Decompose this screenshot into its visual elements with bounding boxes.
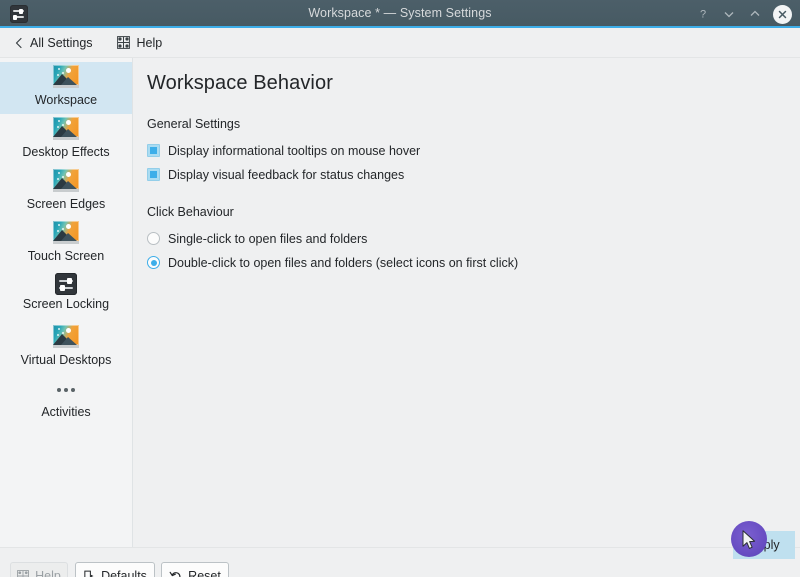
visual-feedback-checkbox[interactable] [147, 168, 160, 181]
document-revert-icon [83, 569, 95, 577]
svg-text:?: ? [700, 9, 706, 21]
minimize-icon[interactable] [721, 6, 737, 22]
option-label: Display visual feedback for status chang… [168, 167, 405, 182]
sidebar-item-label: Activities [41, 405, 91, 419]
sidebar-item-screen-edges[interactable]: Screen Edges [0, 166, 132, 218]
system-settings-window: Workspace * — System Settings ? All Sett… [0, 0, 800, 577]
sidebar-item-screen-locking[interactable]: Screen Locking [0, 270, 132, 322]
tooltips-checkbox[interactable] [147, 144, 160, 157]
main-panel: Workspace Behavior General Settings Disp… [133, 58, 800, 547]
help-grid-icon [117, 36, 131, 50]
monitor-wallpaper-icon [52, 65, 80, 91]
all-settings-label: All Settings [30, 35, 93, 50]
monitor-wallpaper-icon [52, 169, 80, 195]
group-title: General Settings [147, 117, 241, 131]
option-label: Double-click to open files and folders (… [168, 255, 519, 270]
sidebar-item-workspace[interactable]: Workspace [0, 62, 132, 114]
help-button[interactable]: Help [113, 34, 167, 52]
click-behaviour-group: Click Behaviour Single-click to open fil… [147, 205, 800, 273]
help-button-bottom[interactable]: Help [10, 562, 68, 577]
sidebar-item-desktop-effects[interactable]: Desktop Effects [0, 114, 132, 166]
group-title: Click Behaviour [147, 205, 234, 219]
apply-button[interactable]: Apply [733, 531, 795, 559]
app-settings-sliders-icon [10, 5, 28, 23]
window-title: Workspace * — System Settings [308, 6, 492, 20]
sidebar-item-label: Desktop Effects [22, 145, 110, 159]
sidebar-item-label: Screen Edges [26, 197, 106, 211]
sidebar-item-touch-screen[interactable]: Touch Screen [0, 218, 132, 270]
reset-button[interactable]: Reset [161, 562, 229, 577]
option-row[interactable]: Double-click to open files and folders (… [147, 252, 800, 273]
help-grid-icon [17, 569, 30, 577]
apply-button-label: Apply [748, 538, 780, 552]
undo-arrow-icon [169, 569, 182, 577]
toolbar: All Settings Help [0, 28, 800, 58]
bottom-button-bar: Help Defaults Reset [0, 547, 800, 577]
content-area: Workspace Desktop Effects Screen Edges T… [0, 58, 800, 547]
option-label: Display informational tooltips on mouse … [168, 143, 421, 158]
help-question-icon[interactable]: ? [695, 6, 711, 22]
sidebar-item-label: Workspace [34, 93, 98, 107]
titlebar: Workspace * — System Settings ? [0, 0, 800, 28]
help-button-label: Help [35, 569, 61, 577]
option-row[interactable]: Single-click to open files and folders [147, 228, 800, 249]
page-title: Workspace Behavior [147, 72, 333, 94]
monitor-wallpaper-icon [52, 117, 80, 143]
monitor-wallpaper-icon [52, 325, 80, 351]
sidebar: Workspace Desktop Effects Screen Edges T… [0, 58, 133, 547]
sidebar-item-label: Virtual Desktops [20, 353, 112, 367]
window-controls: ? [695, 0, 792, 28]
dots-icon [52, 377, 80, 403]
sidebar-item-activities[interactable]: Activities [0, 374, 132, 426]
chevron-left-icon [14, 37, 24, 49]
defaults-button-label: Defaults [101, 569, 147, 577]
close-icon[interactable] [773, 4, 792, 24]
sidebar-item-label: Touch Screen [27, 249, 105, 263]
option-row[interactable]: Display informational tooltips on mouse … [147, 140, 800, 161]
sidebar-item-label: Screen Locking [22, 297, 110, 311]
sidebar-item-virtual-desktops[interactable]: Virtual Desktops [0, 322, 132, 374]
maximize-icon[interactable] [747, 6, 763, 22]
general-settings-group: General Settings Display informational t… [147, 117, 800, 185]
defaults-button[interactable]: Defaults [75, 562, 155, 577]
reset-button-label: Reset [188, 569, 221, 577]
double-click-radio[interactable] [147, 256, 160, 269]
sliders-icon [55, 273, 77, 295]
single-click-radio[interactable] [147, 232, 160, 245]
monitor-wallpaper-icon [52, 221, 80, 247]
option-row[interactable]: Display visual feedback for status chang… [147, 164, 800, 185]
option-label: Single-click to open files and folders [168, 231, 368, 246]
all-settings-button[interactable]: All Settings [10, 34, 97, 52]
help-label: Help [136, 35, 163, 50]
